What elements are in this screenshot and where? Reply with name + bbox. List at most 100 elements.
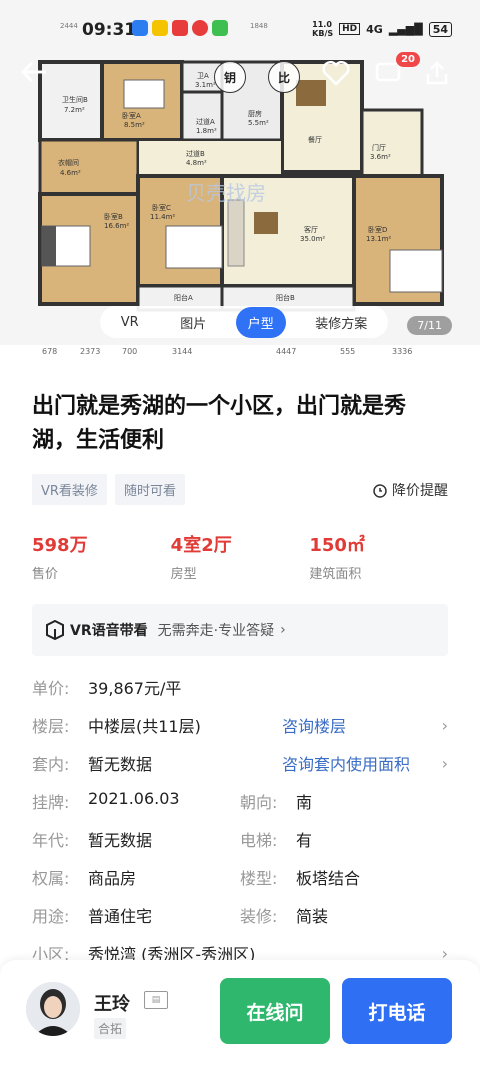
tag-anytime-viewing: 随时可看 [114, 474, 185, 505]
contrast-button[interactable]: 比 [268, 61, 300, 93]
room-label: 卧室D [368, 225, 387, 234]
battery-icon: 54 [428, 21, 452, 37]
tab-vr[interactable]: VR [109, 309, 151, 336]
info-key: 朝向: [240, 793, 278, 812]
messages-button[interactable]: 20 [374, 52, 420, 96]
info-key: 用途: [32, 907, 70, 926]
stat-area: 150㎡ 建筑面积 [309, 531, 448, 582]
watermark: 贝壳找房 [186, 181, 266, 205]
info-value: 南 [296, 793, 313, 812]
room-label: 卧室A [122, 111, 141, 120]
room-label: 卧室B [104, 212, 123, 221]
room-label: 过道B [186, 149, 205, 158]
room-area: 5.5m² [248, 119, 269, 127]
ask-floor-link[interactable]: 咨询楼层 [282, 713, 346, 737]
agent-photo-icon [26, 982, 80, 1036]
chevron-right-icon: › [280, 622, 286, 638]
tab-photos[interactable]: 图片 [168, 307, 218, 338]
room-area: 4.8m² [186, 159, 207, 167]
room-area: 16.6m² [104, 222, 129, 230]
room-area: 3.6m² [370, 153, 391, 161]
info-row-inner-area: 套内: 暂无数据 咨询套内使用面积 › [32, 744, 448, 782]
listing-title: 出门就是秀湖的一个小区，出门就是秀湖，生活便利 [32, 394, 407, 453]
info-value: 中楼层(共11层) [88, 717, 201, 736]
room-label: 客厅 [304, 225, 318, 234]
price-alert-button[interactable]: 降价提醒 [372, 480, 448, 500]
app-notification-icon [132, 20, 148, 36]
room-area: 11.4m² [150, 213, 175, 221]
signal-label: 4G [366, 22, 383, 36]
info-key: 套内: [32, 755, 70, 774]
info-value: 商品房 [88, 869, 137, 888]
status-time: 09:31 [82, 20, 137, 40]
info-key: 装修: [240, 907, 278, 926]
stat-value: 598万 [32, 535, 88, 556]
share-icon [426, 61, 448, 85]
info-row-ownership: 权属: 商品房 楼型: 板塔结合 [32, 858, 448, 896]
app-notification-icon [212, 20, 228, 36]
info-row-listing-date: 挂牌: 2021.06.03 朝向: 南 [32, 782, 448, 820]
floorplan-hero[interactable]: 卫生间B 7.2m² 卧室A 8.5m² 卫A 3.1m² 过道A 1.8m² … [0, 0, 480, 345]
hd-icon: HD [339, 23, 361, 35]
app-notification-icon [192, 20, 208, 36]
tab-decoration[interactable]: 装修方案 [303, 307, 379, 338]
call-button[interactable]: 打电话 [342, 978, 452, 1044]
dimension-label: 3144 [172, 347, 193, 356]
stat-price: 598万 售价 [32, 531, 171, 582]
chevron-right-icon: › [441, 753, 448, 773]
tab-floorplan[interactable]: 户型 [235, 306, 286, 338]
info-key: 楼层: [32, 717, 70, 736]
stat-label: 房型 [170, 567, 197, 582]
vr-cube-icon [46, 620, 64, 640]
image-counter: 7/11 [407, 316, 452, 335]
vr-guided-tour-banner[interactable]: VR语音带看 无需奔走·专业答疑 › [32, 604, 448, 656]
contrast-icon: 比 [277, 70, 290, 85]
room-area: 1.8m² [196, 127, 217, 135]
signal-icon: ▂▄▆█ [388, 22, 423, 36]
info-key: 单价: [32, 679, 70, 698]
dimension-label: 2373 [80, 347, 101, 356]
back-button[interactable] [20, 60, 56, 96]
alarm-clock-icon [373, 483, 387, 498]
status-right: 11.0 KB/S HD 4G ▂▄▆█ 54 [312, 20, 452, 38]
info-value: 普通住宅 [88, 907, 153, 926]
info-key: 楼型: [240, 869, 278, 888]
dimension-label: 700 [122, 347, 138, 356]
room-label: 门厅 [372, 143, 386, 152]
dimension-label: 678 [42, 347, 58, 356]
dimension-row: 678 2373 700 3144 4447 555 3336 [0, 347, 480, 367]
room-label: 阳台B [276, 293, 295, 302]
business-card-icon[interactable]: ▤ [144, 991, 168, 1009]
stat-layout: 4室2厅 房型 [171, 531, 310, 582]
compare-button[interactable]: 钥 [214, 61, 246, 93]
share-button[interactable] [424, 60, 460, 96]
info-key: 电梯: [240, 831, 278, 850]
info-value: 2021.06.03 [88, 789, 180, 808]
room-label: 餐厅 [308, 135, 322, 144]
room-label: 阳台A [174, 293, 193, 302]
room-area: 35.0m² [300, 235, 325, 243]
stat-value: 4室2厅 [170, 535, 232, 556]
favorite-button[interactable] [322, 60, 358, 96]
info-key: 年代: [32, 831, 70, 850]
ask-inner-area-link[interactable]: 咨询套内使用面积 [282, 751, 410, 775]
stat-value: 150㎡ [309, 535, 365, 556]
room-label: 过道A [196, 117, 215, 126]
room-area: 13.1m² [366, 235, 391, 243]
avatar[interactable] [26, 982, 80, 1036]
dimension-label: 4447 [276, 347, 297, 356]
info-key: 权属: [32, 869, 70, 888]
compare-icon: 钥 [223, 70, 236, 85]
info-value: 39,867元/平 [88, 679, 182, 698]
message-badge: 20 [396, 52, 420, 67]
info-value: 暂无数据 [88, 755, 153, 774]
vr-banner-subtitle: 无需奔走·专业答疑 [157, 623, 275, 639]
chat-online-button[interactable]: 在线问 [220, 978, 330, 1044]
info-value: 简装 [296, 907, 329, 926]
app-notification-icon [152, 20, 168, 36]
info-row-year: 年代: 暂无数据 电梯: 有 [32, 820, 448, 858]
dimension-label: 3336 [392, 347, 413, 356]
agent-company: 合拓 [94, 1018, 127, 1039]
stat-label: 售价 [32, 567, 59, 582]
key-stats: 598万 售价 4室2厅 房型 150㎡ 建筑面积 [32, 531, 448, 582]
